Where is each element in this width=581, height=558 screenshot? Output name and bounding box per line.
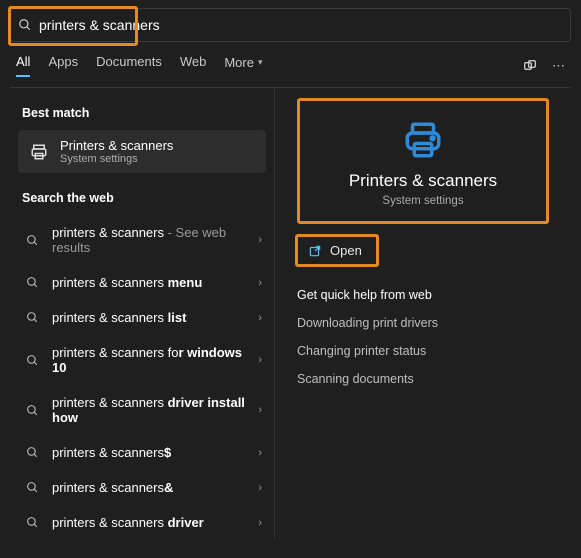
web-result-text: printers & scanners - See web results xyxy=(52,225,258,255)
open-button[interactable]: Open xyxy=(295,234,379,267)
search-box[interactable] xyxy=(10,8,571,42)
web-result-row[interactable]: printers & scanners menu› xyxy=(10,265,274,300)
detail-card: Printers & scanners System settings xyxy=(297,98,549,224)
chevron-right-icon: › xyxy=(258,277,262,289)
results-panel: Best match Printers & scanners System se… xyxy=(10,88,275,538)
tab-apps[interactable]: Apps xyxy=(48,54,78,77)
web-result-text: printers & scanners for windows 10 xyxy=(52,345,258,375)
web-result-row[interactable]: printers & scanners$› xyxy=(10,435,274,470)
search-icon xyxy=(22,311,42,324)
web-result-row[interactable]: printers & scanners driver› xyxy=(10,505,274,538)
quick-help-item[interactable]: Scanning documents xyxy=(295,365,551,393)
search-icon xyxy=(22,354,42,367)
open-external-icon xyxy=(308,244,322,258)
web-result-row[interactable]: printers & scanners&› xyxy=(10,470,274,505)
search-icon xyxy=(22,404,42,417)
chevron-right-icon: › xyxy=(258,234,262,246)
more-options-icon[interactable]: ⋯ xyxy=(552,58,565,74)
printer-icon xyxy=(28,143,50,161)
quick-help-header: Get quick help from web xyxy=(295,281,551,309)
best-match-result[interactable]: Printers & scanners System settings xyxy=(18,130,266,173)
tab-documents[interactable]: Documents xyxy=(96,54,162,77)
search-icon xyxy=(22,516,42,529)
detail-subtitle: System settings xyxy=(300,195,546,207)
search-web-label: Search the web xyxy=(10,183,274,215)
search-icon xyxy=(22,234,42,247)
detail-panel: Printers & scanners System settings Open… xyxy=(275,88,571,538)
chevron-right-icon: › xyxy=(258,517,262,529)
best-match-title: Printers & scanners xyxy=(60,138,173,153)
web-result-text: printers & scanners$ xyxy=(52,445,258,460)
tab-web[interactable]: Web xyxy=(180,54,207,77)
web-result-text: printers & scanners driver xyxy=(52,515,258,530)
tab-more-label: More xyxy=(224,55,254,70)
chevron-right-icon: › xyxy=(258,482,262,494)
web-result-row[interactable]: printers & scanners for windows 10› xyxy=(10,335,274,385)
search-icon xyxy=(22,481,42,494)
search-icon xyxy=(22,276,42,289)
web-result-row[interactable]: printers & scanners list› xyxy=(10,300,274,335)
web-result-text: printers & scanners& xyxy=(52,480,258,495)
search-input[interactable] xyxy=(39,9,570,41)
best-match-label: Best match xyxy=(10,98,274,130)
open-button-label: Open xyxy=(330,243,362,258)
printer-large-icon xyxy=(300,119,546,161)
search-icon xyxy=(22,446,42,459)
best-match-subtitle: System settings xyxy=(60,153,173,165)
tab-all[interactable]: All xyxy=(16,54,30,77)
web-result-text: printers & scanners driver install how xyxy=(52,395,258,425)
tab-more[interactable]: More ▾ xyxy=(224,54,262,77)
chevron-down-icon: ▾ xyxy=(258,57,263,68)
rewards-icon[interactable] xyxy=(522,58,538,74)
tabs-bar: All Apps Documents Web More ▾ ⋯ xyxy=(10,42,571,88)
web-result-row[interactable]: printers & scanners - See web results› xyxy=(10,215,274,265)
quick-help-item[interactable]: Downloading print drivers xyxy=(295,309,551,337)
web-result-text: printers & scanners menu xyxy=(52,275,258,290)
quick-help-item[interactable]: Changing printer status xyxy=(295,337,551,365)
web-result-row[interactable]: printers & scanners driver install how› xyxy=(10,385,274,435)
chevron-right-icon: › xyxy=(258,354,262,366)
web-result-text: printers & scanners list xyxy=(52,310,258,325)
search-icon xyxy=(11,18,39,32)
chevron-right-icon: › xyxy=(258,312,262,324)
detail-title: Printers & scanners xyxy=(300,171,546,191)
chevron-right-icon: › xyxy=(258,447,262,459)
chevron-right-icon: › xyxy=(258,404,262,416)
